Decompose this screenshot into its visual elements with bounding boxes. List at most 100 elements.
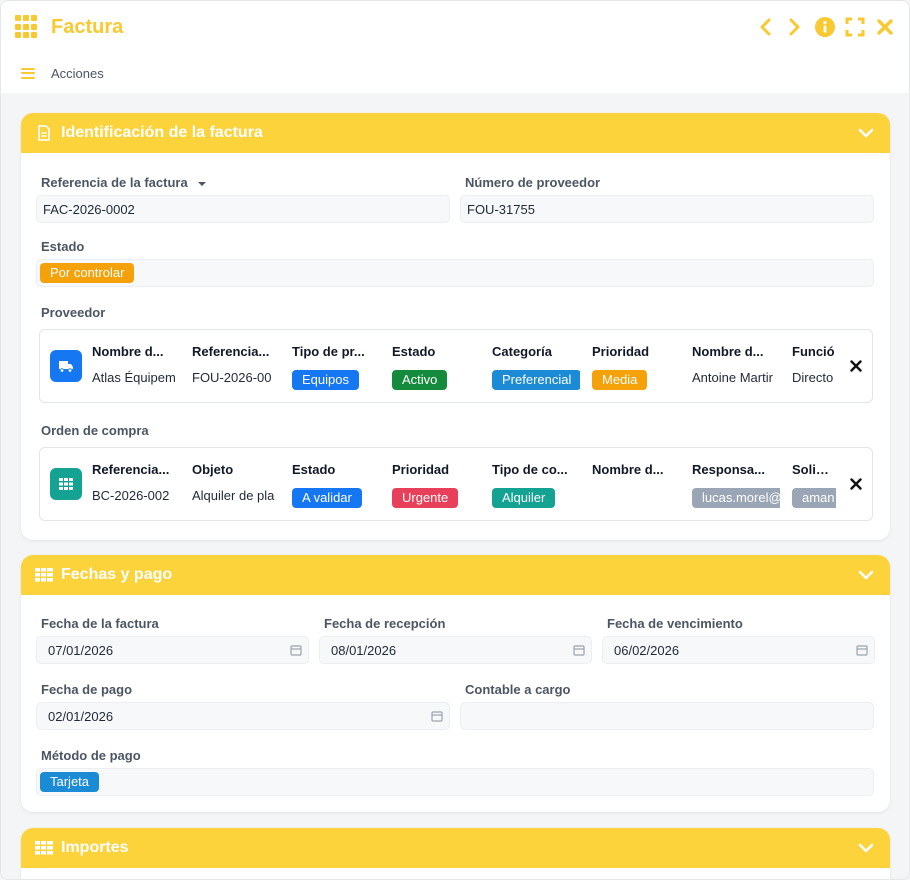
section-identification: Identificación de la factura Referencia … [21, 113, 890, 540]
chevron-down-icon[interactable] [856, 565, 876, 585]
provider-col-value: Antoine Martir [692, 370, 773, 385]
grid-icon [50, 468, 82, 500]
section-identification-header[interactable]: Identificación de la factura [21, 113, 890, 153]
caret-down-icon[interactable] [197, 180, 207, 188]
menu-bar: Acciones [1, 53, 909, 93]
provider-col-value: Media [592, 370, 680, 393]
table-icon [35, 566, 53, 584]
invoice-window: Factura Acciones Identificación de la fa… [0, 0, 910, 880]
calendar-icon[interactable] [290, 644, 302, 656]
reception-date-value: 08/01/2026 [331, 642, 397, 658]
payment-method-label: Método de pago [41, 748, 141, 763]
chevron-left-icon[interactable] [755, 17, 775, 37]
invoice-date-field[interactable]: 07/01/2026 [36, 636, 309, 664]
window-title: Factura [51, 15, 124, 38]
menu-icon[interactable] [21, 67, 35, 79]
payment-date-label: Fecha de pago [41, 682, 133, 697]
provider-col-value: Directo [792, 370, 834, 385]
calendar-icon[interactable] [431, 710, 443, 722]
order-pill: lucas.morel@ [692, 488, 780, 508]
invoice-date-label: Fecha de la factura [41, 616, 159, 631]
provider-pill: Equipos [292, 370, 359, 390]
payment-date-value: 02/01/2026 [48, 708, 114, 724]
payment-date-field[interactable]: 02/01/2026 [36, 702, 450, 730]
section-dates-title: Fechas y pago [61, 566, 173, 583]
remove-provider-icon[interactable] [848, 358, 864, 374]
table-icon [35, 839, 53, 857]
provider-pill: Activo [392, 370, 448, 390]
section-amounts-header[interactable]: Importes [21, 828, 890, 868]
provider-col-value: FOU-2026-00 [192, 370, 272, 385]
status-label: Estado [41, 239, 85, 254]
provider-col-value: Equipos [292, 370, 380, 393]
order-col-header: Nombre d... [592, 462, 664, 477]
status-field[interactable]: Por controlar [36, 259, 874, 287]
invoice-date-value: 07/01/2026 [48, 642, 114, 658]
provider-card[interactable]: Nombre d... Atlas Équipem Referencia... FOU… [39, 329, 873, 403]
section-amounts-title: Importes [61, 839, 129, 856]
order-col-value: Alquiler de pla [192, 488, 275, 503]
due-date-label: Fecha de vencimiento [607, 616, 743, 631]
reception-date-field[interactable]: 08/01/2026 [319, 636, 592, 664]
order-pill: Urgente [392, 488, 459, 508]
provider-col-header: Nombre d... [92, 344, 164, 359]
chevron-right-icon[interactable] [785, 17, 805, 37]
provider-col-value: Atlas Équipem [92, 370, 176, 385]
section-amounts: Importes [21, 828, 890, 879]
close-icon[interactable] [875, 17, 895, 37]
section-dates-header[interactable]: Fechas y pago [21, 555, 890, 595]
reception-date-label: Fecha de recepción [324, 616, 446, 631]
order-col-value: Urgente [392, 488, 480, 511]
order-col-value: lucas.morel@ [692, 488, 780, 511]
truck-icon [50, 350, 82, 382]
section-identification-title: Identificación de la factura [61, 124, 263, 141]
order-col-header: Responsa... [692, 462, 765, 477]
provider-col-value: Activo [392, 370, 480, 393]
app-grid-icon [15, 15, 39, 39]
accountant-label: Contable a cargo [465, 682, 571, 697]
invoice-reference-label: Referencia de la factura [41, 175, 207, 190]
provider-col-header: Funció [792, 344, 835, 359]
chevron-down-icon[interactable] [856, 123, 876, 143]
order-col-header: Objeto [192, 462, 234, 477]
provider-label: Proveedor [41, 305, 106, 320]
due-date-field[interactable]: 06/02/2026 [602, 636, 875, 664]
section-dates-payment: Fechas y pago Fecha de la factura 07/01/… [21, 555, 890, 812]
order-col-value: aman [792, 488, 836, 511]
provider-col-header: Tipo de pr... [292, 344, 365, 359]
payment-method-field[interactable]: Tarjeta [36, 768, 874, 796]
actions-menu[interactable]: Acciones [51, 66, 104, 81]
calendar-icon[interactable] [573, 644, 585, 656]
calendar-icon[interactable] [856, 644, 868, 656]
provider-pill: Preferencial [492, 370, 580, 390]
fullscreen-icon[interactable] [845, 17, 865, 37]
provider-pill: Media [592, 370, 648, 390]
order-col-header: Prioridad [392, 462, 450, 477]
accountant-field[interactable] [460, 702, 874, 730]
order-col-value: A validar [292, 488, 380, 511]
document-icon [35, 124, 53, 142]
provider-col-header: Prioridad [592, 344, 650, 359]
supplier-number-label: Número de proveedor [465, 175, 601, 190]
order-pill: aman [792, 488, 836, 508]
invoice-reference-field[interactable]: FAC-2026-0002 [36, 195, 450, 223]
chevron-down-icon[interactable] [856, 838, 876, 858]
provider-col-header: Categoría [492, 344, 552, 359]
payment-method-pill: Tarjeta [40, 772, 100, 792]
title-actions [755, 17, 895, 37]
provider-col-header: Nombre d... [692, 344, 764, 359]
info-icon[interactable] [815, 17, 835, 37]
order-pill: Alquiler [492, 488, 556, 508]
due-date-value: 06/02/2026 [614, 642, 680, 658]
provider-col-header: Referencia... [192, 344, 270, 359]
provider-col-header: Estado [392, 344, 436, 359]
title-bar: Factura [1, 1, 909, 53]
order-col-header: Solicita [792, 462, 836, 477]
remove-order-icon[interactable] [848, 476, 864, 492]
order-col-header: Tipo de co... [492, 462, 568, 477]
order-pill: A validar [292, 488, 362, 508]
purchase-order-card[interactable]: Referencia... BC-2026-002 Objeto Alquiler d… [39, 447, 873, 521]
purchase-order-label: Orden de compra [41, 423, 149, 438]
supplier-number-field[interactable]: FOU-31755 [460, 195, 874, 223]
order-col-header: Referencia... [92, 462, 170, 477]
